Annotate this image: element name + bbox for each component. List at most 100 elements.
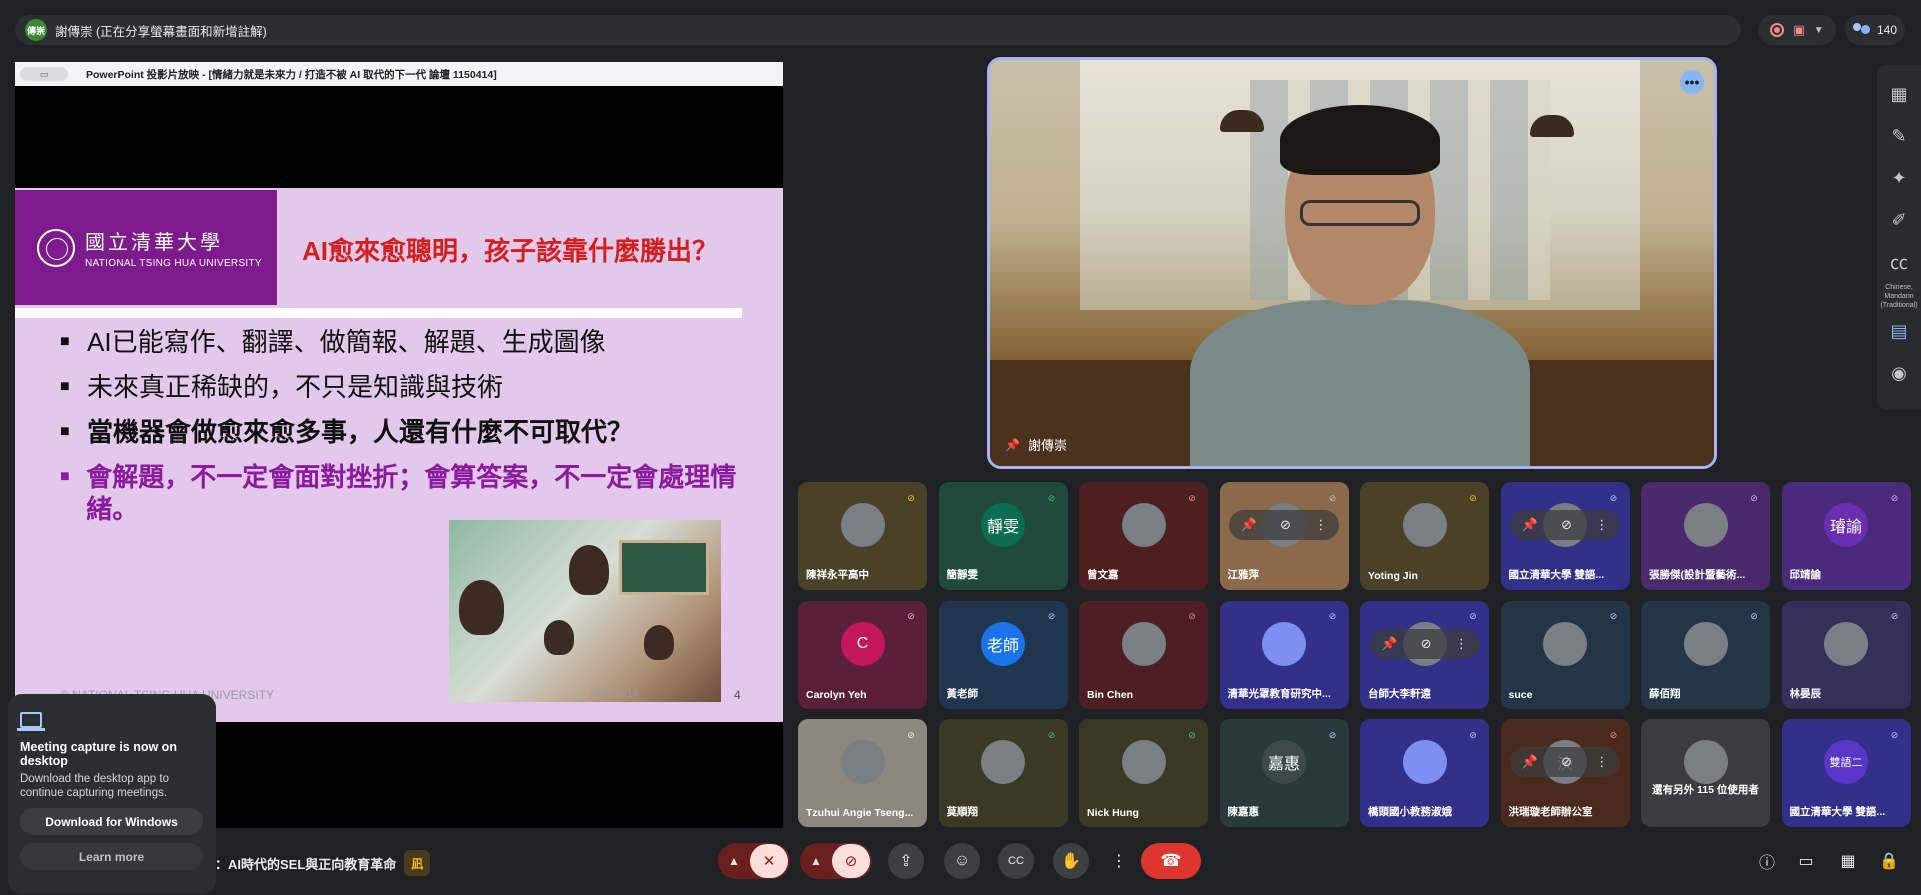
tile-hover-controls[interactable]: 📌 ⊘ ⋮ [1510, 747, 1620, 778]
participant-tile[interactable]: ⊘ 清華光罩教育研究中... [1219, 600, 1349, 709]
participant-avatar: 雙語二 [1824, 740, 1868, 785]
participant-tile[interactable]: 還有另外 115 位使用者 [1641, 719, 1770, 827]
participant-tile[interactable]: ⊘ 曾文嘉 [1079, 482, 1208, 590]
recording-icon[interactable] [1770, 23, 1785, 37]
nthu-seal-icon [37, 228, 75, 267]
host-controls-icon[interactable]: 🔒 [1877, 849, 1901, 873]
participant-tile[interactable]: ⊘ 張勝傑(設計暨藝術... [1641, 482, 1770, 590]
more-options-button[interactable]: ⋮ [1107, 843, 1131, 879]
camera-control-group[interactable]: ▲ ⊘ [800, 843, 872, 879]
mute-icon[interactable]: ⊘ [1280, 517, 1291, 533]
participant-name: 清華光罩教育研究中... [1227, 687, 1331, 700]
ai-notes-icon[interactable]: ✦ [1879, 157, 1919, 199]
emoji-button[interactable]: ☺ [944, 843, 980, 879]
participant-tile[interactable]: ⊘ 薛佰翔 [1641, 600, 1770, 709]
mic-muted-icon: ⊘ [1469, 492, 1477, 503]
participant-avatar: 靜雯 [981, 503, 1025, 548]
presenter-banner[interactable]: 傳崇 謝傳崇 (正在分享螢幕畫面和新增註解) [15, 15, 1741, 45]
side-toolbar: ▦ ✎ ✦ ✐ ㏄ Chinese, Mandarin (Traditional… [1877, 65, 1921, 410]
participant-tile[interactable]: 📌 ⊘ ⋮ ⊘ 台師大李軒遠 [1360, 600, 1489, 709]
participant-tile[interactable]: ⊘ Tzuhui Angie Tseng... [798, 719, 927, 827]
participant-tile[interactable]: ⊘ 莫順翔 [938, 719, 1068, 827]
participant-avatar [1402, 503, 1447, 548]
more-vert-icon[interactable]: ⋮ [1314, 517, 1327, 533]
mic-muted-icon: ⊘ [1188, 492, 1196, 503]
info-icon[interactable]: ⓘ [1755, 849, 1779, 873]
nthu-name-cn: 國立清華大學 [85, 230, 223, 254]
participant-avatar [840, 740, 885, 785]
tile-hover-controls[interactable]: 📌 ⊘ ⋮ [1510, 510, 1620, 541]
present-screen-button[interactable]: ⇪ [888, 843, 924, 879]
mic-muted-icon: ⊘ [907, 492, 915, 503]
participant-tile[interactable]: 璿諭 ⊘ 邱靖諭 [1781, 482, 1911, 590]
apps-grid-icon[interactable]: ▦ [1879, 73, 1919, 115]
pin-icon[interactable]: 📌 [1522, 754, 1538, 770]
pin-icon[interactable]: 📌 [1522, 517, 1538, 533]
participant-tile[interactable]: ⊘ Bin Chen [1079, 600, 1208, 709]
participant-name: 台師大李軒遠 [1368, 687, 1431, 700]
more-vert-icon[interactable]: ⋮ [1455, 636, 1468, 652]
participant-tile[interactable]: 靜雯 ⊘ 簡靜雯 [938, 482, 1068, 590]
chevron-up-icon[interactable]: ▲ [718, 854, 750, 868]
mute-icon[interactable]: ⊘ [1421, 636, 1432, 652]
mute-icon[interactable]: ⊘ [1561, 517, 1572, 533]
pin-icon[interactable]: 📌 [1381, 636, 1397, 652]
chevron-down-icon[interactable]: ▼ [1814, 25, 1824, 36]
participant-tile[interactable]: ⊘ Yoting Jin [1360, 482, 1489, 590]
mic-control-group[interactable]: ▲ ✕ [718, 843, 790, 879]
active-speaker-tile[interactable]: ••• 📌 謝傳崇 [987, 57, 1717, 469]
participant-tile[interactable]: 浃📌⊘⋮⊘洪瑞璇老師辦公室 [1500, 719, 1630, 827]
whiteboard-icon[interactable]: ✎ [1879, 115, 1919, 157]
chat-icon[interactable]: ▭ [1794, 849, 1818, 873]
caption-language[interactable]: Chinese, Mandarin (Traditional) [1877, 283, 1921, 310]
bullet-item: ■ 當機器會做愈來愈多事，人還有什麼不可取代？ [60, 417, 634, 447]
participant-tile[interactable]: 嘉惠 ⊘ 陳嘉惠 [1219, 719, 1349, 827]
captions-icon[interactable]: ㏄ [1879, 241, 1919, 283]
participant-tile[interactable]: 雙語二 ⊘ 國立清華大學 雙語... [1781, 719, 1911, 827]
participant-tile[interactable]: ⊘ 陳祥永平高中 [798, 482, 927, 590]
leave-call-button[interactable]: ☎ [1141, 843, 1201, 879]
more-vert-icon[interactable]: ⋮ [1595, 517, 1608, 533]
participant-avatar [981, 740, 1025, 785]
tile-hover-controls[interactable]: 📌 ⊘ ⋮ [1229, 510, 1339, 541]
mic-muted-icon: ⊘ [1328, 729, 1337, 740]
annotate-icon[interactable]: ✐ [1879, 199, 1919, 241]
slide-page-number: 4 [734, 688, 741, 702]
participant-avatar [1121, 740, 1166, 785]
more-vert-icon[interactable]: ⋮ [1595, 754, 1608, 770]
pin-icon[interactable]: 📌 [1241, 517, 1257, 533]
tile-hover-controls[interactable]: 📌 ⊘ ⋮ [1369, 628, 1480, 659]
mic-off-icon[interactable]: ✕ [750, 844, 788, 878]
download-windows-button[interactable]: Download for Windows [20, 808, 203, 835]
mute-icon[interactable]: ⊘ [1561, 754, 1572, 770]
video-off-icon[interactable]: ▣ [1793, 22, 1805, 38]
recording-controls[interactable]: ▣ ▼ [1758, 15, 1836, 45]
captions-button[interactable]: CC [998, 843, 1034, 879]
pin-icon[interactable]: 📌 [1005, 438, 1020, 452]
participant-name: 還有另外 115 位使用者 [1652, 784, 1759, 796]
camera-off-icon[interactable]: ⊘ [832, 844, 870, 878]
ppt-window-title: PowerPoint 投影片放映 - [情緒力就是未來力 / 打造不被 AI 取… [86, 68, 497, 81]
learn-more-button[interactable]: Learn more [20, 843, 203, 870]
chevron-up-icon[interactable]: ▲ [800, 854, 832, 868]
participant-tile[interactable]: C ⊘ Carolyn Yeh [798, 600, 927, 709]
participant-tile[interactable]: ⊘ Nick Hung [1079, 719, 1208, 827]
people-button[interactable]: 140 [1845, 15, 1905, 45]
transcript-icon[interactable]: ▤ [1879, 310, 1919, 352]
participant-name: 陳嘉惠 [1227, 806, 1260, 818]
participant-name: 橋頭國小教務淑娥 [1368, 806, 1452, 818]
participant-tile[interactable]: 📌 ⊘ ⋮ ⊘ 江雅萍 [1219, 482, 1349, 590]
raise-hand-button[interactable]: ✋ [1053, 843, 1089, 879]
participant-tile[interactable]: ⊘ 林晏辰 [1781, 600, 1911, 709]
participant-tile[interactable]: 老師 ⊘ 黃老師 [938, 600, 1068, 709]
activities-icon[interactable]: ▦ [1836, 849, 1860, 873]
more-options-icon[interactable]: ••• [1680, 70, 1704, 94]
camera-icon[interactable]: ◉ [1879, 352, 1919, 394]
participant-tile[interactable]: ⊘ suce [1500, 600, 1630, 709]
participant-tile[interactable]: ⊘ 橋頭國小教務淑娥 [1360, 719, 1489, 827]
meeting-badge-icon[interactable]: 凪 [404, 850, 431, 876]
mic-muted-icon: ⊘ [1750, 611, 1758, 621]
participant-tile[interactable]: 📌 ⊘ ⋮ ⊘ 國立清華大學 雙語... [1500, 482, 1630, 590]
mic-muted-icon: ⊘ [1469, 611, 1477, 621]
bullet-item-highlight: ■ 會解題，不一定會面對挫折；會算答案，不一定會處理情緒。 [60, 462, 737, 524]
